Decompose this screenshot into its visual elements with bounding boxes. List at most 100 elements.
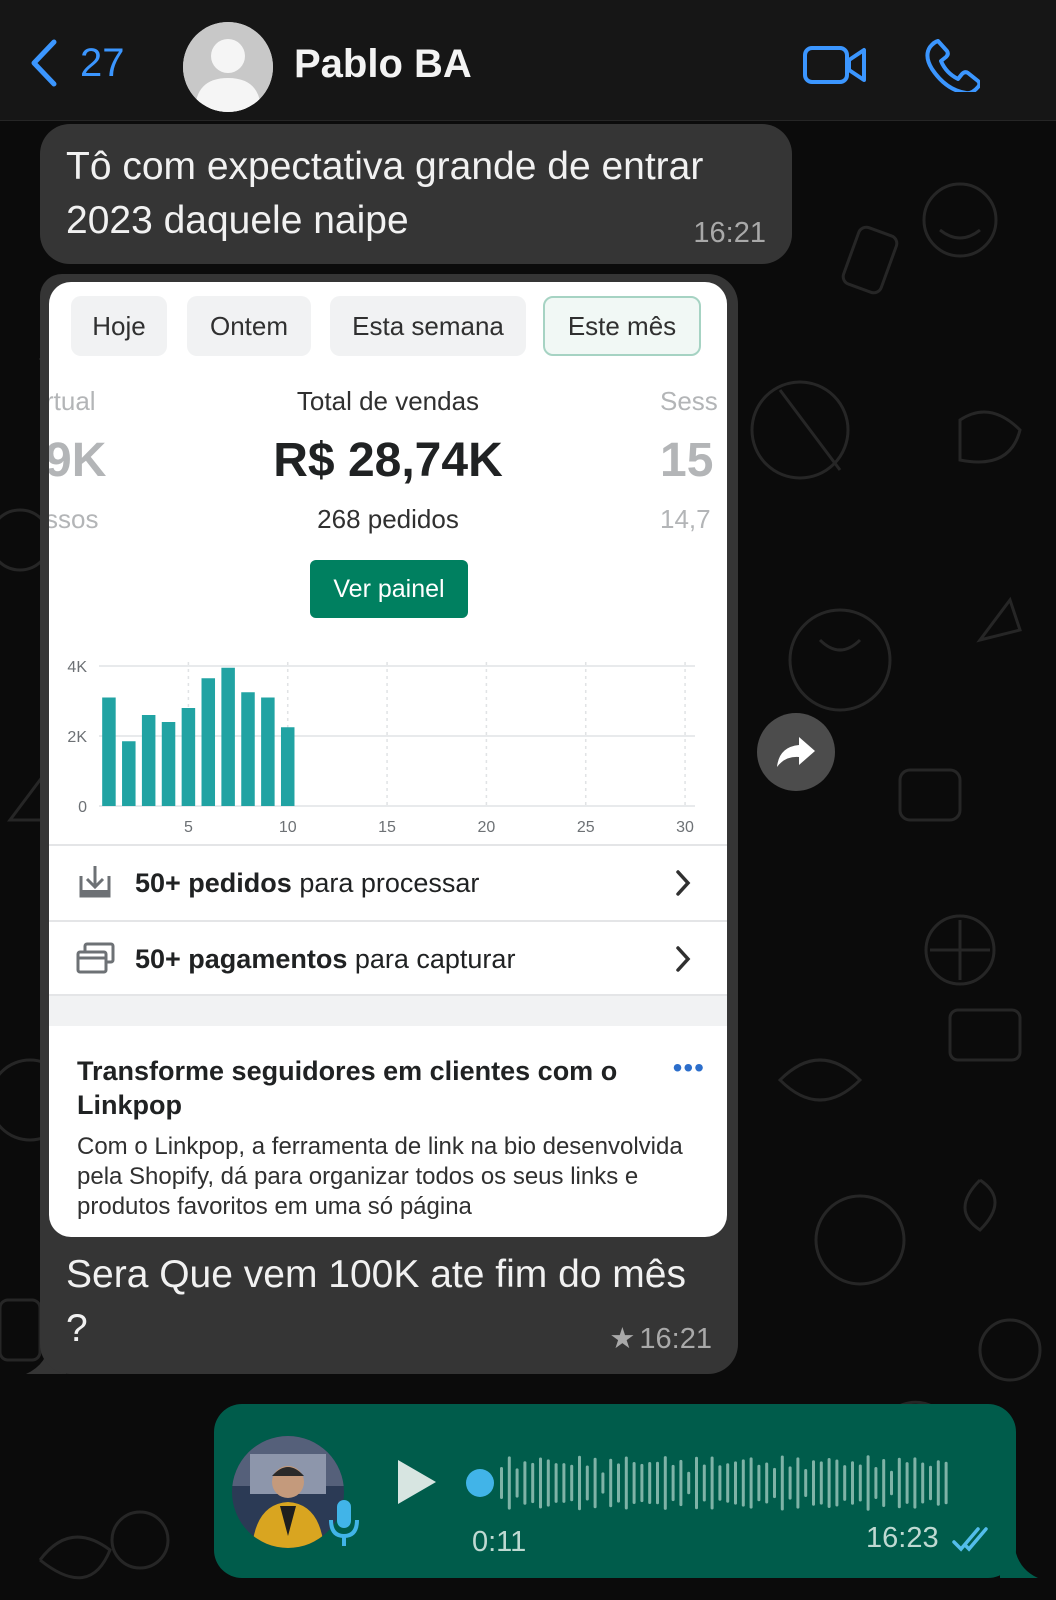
- total-sales-value: R$ 28,74K: [273, 434, 503, 487]
- waveform-bar: [866, 1455, 870, 1511]
- waveform-bar: [726, 1463, 730, 1503]
- chart-bar: [241, 692, 255, 806]
- download-box-icon: [79, 866, 111, 898]
- chevron-right-icon: [676, 870, 691, 896]
- star-icon: ★: [609, 1323, 636, 1355]
- waveform-bar: [812, 1460, 815, 1506]
- waveform-bar: [804, 1469, 808, 1497]
- waveform-bar: [539, 1457, 542, 1509]
- message-time: ★ 16:21: [609, 1323, 712, 1355]
- chat-header: 27 Pablo BA: [0, 0, 1056, 121]
- tab-esta-semana[interactable]: Esta semana: [330, 296, 526, 356]
- contact-avatar[interactable]: [183, 22, 273, 112]
- waveform-bar: [843, 1465, 847, 1501]
- waveform-bar: [593, 1457, 597, 1509]
- waveform-bar: [882, 1458, 886, 1508]
- waveform-bar: [773, 1467, 776, 1499]
- waveform-bar: [671, 1464, 675, 1502]
- voice-duration: 0:11: [472, 1526, 527, 1558]
- waveform-bar: [656, 1461, 659, 1505]
- x-tick-label: 5: [184, 819, 193, 836]
- profile-placeholder-icon: [183, 22, 273, 112]
- orders-to-process-row[interactable]: 50+ pedidos para processar: [49, 844, 727, 920]
- unread-count: 27: [80, 41, 125, 85]
- play-icon[interactable]: [390, 1456, 442, 1508]
- microphone-icon: [329, 1500, 359, 1546]
- chart-bar: [141, 715, 156, 806]
- waveform-bar: [757, 1464, 761, 1502]
- video-camera-icon[interactable]: [802, 40, 868, 90]
- waveform-bar: [601, 1472, 605, 1494]
- waveform-bar: [780, 1455, 784, 1511]
- waveform-bar: [554, 1463, 558, 1503]
- phone-icon[interactable]: [924, 36, 980, 92]
- playback-scrubber[interactable]: [466, 1469, 494, 1497]
- waveform-bar: [609, 1458, 613, 1508]
- waveform-bar: [531, 1462, 535, 1504]
- waveform-bar: [648, 1461, 652, 1505]
- forward-button[interactable]: [757, 713, 835, 791]
- waveform-bar: [819, 1461, 823, 1505]
- tab-hoje[interactable]: Hoje: [71, 296, 167, 356]
- waveform-bar: [578, 1455, 581, 1511]
- contact-name[interactable]: Pablo BA: [294, 42, 472, 87]
- waveform-bar: [702, 1464, 706, 1502]
- x-tick-label: 25: [577, 819, 595, 836]
- chart-bar: [261, 697, 275, 806]
- chart-bar: [280, 727, 295, 806]
- audio-waveform[interactable]: [466, 1448, 966, 1518]
- waveform-bar: [523, 1461, 527, 1505]
- waveform-bar: [936, 1460, 940, 1506]
- back-button[interactable]: 27: [28, 38, 125, 88]
- y-tick-label: 0: [78, 799, 87, 816]
- waveform-bar: [749, 1457, 753, 1509]
- waveform-bar: [617, 1463, 620, 1503]
- waveform-bar: [710, 1456, 714, 1510]
- section-divider: [49, 994, 727, 1026]
- chart-bar: [161, 722, 176, 806]
- y-tick-label: 2K: [67, 729, 87, 746]
- waveform-bar: [687, 1471, 691, 1495]
- chart-canvas: 0 2K 4K 5 10 15 20 25 30: [67, 659, 695, 836]
- more-options-icon[interactable]: •••: [673, 1052, 705, 1084]
- waveform-bar: [507, 1456, 511, 1510]
- orders-to-process-text: 50+ pedidos para processar: [135, 867, 480, 898]
- waveform-bar: [679, 1459, 683, 1507]
- shared-screenshot[interactable]: Hoje Ontem Esta semana Este mês rtual 9K…: [49, 282, 727, 1237]
- waveform-bar: [827, 1457, 831, 1509]
- x-tick-label: 30: [676, 819, 694, 836]
- message-time: 16:23: [866, 1522, 939, 1554]
- message-text: Tô com expectativa grande de entrar 2023…: [66, 145, 704, 242]
- waveform-bar: [741, 1459, 745, 1507]
- waveform-bar: [858, 1464, 862, 1502]
- view-dashboard-button[interactable]: Ver painel: [310, 560, 468, 618]
- waveform-bar: [929, 1465, 932, 1501]
- tab-este-mes[interactable]: Este mês: [543, 296, 701, 356]
- waveform-bar: [663, 1456, 667, 1510]
- waveform-bar: [500, 1467, 503, 1499]
- x-tick-label: 20: [478, 819, 496, 836]
- chart-bar: [102, 697, 116, 806]
- total-sales-label: Total de vendas: [296, 386, 480, 416]
- waveform-bar: [913, 1457, 917, 1509]
- sales-bar-chart: 0 2K 4K 5 10 15 20 25 30: [49, 636, 727, 842]
- stat-right-partial: Sess 15 14,7: [660, 386, 718, 534]
- waveform-bar: [835, 1459, 839, 1507]
- promo-title: Transforme seguidores em clientes com o …: [77, 1056, 618, 1120]
- voice-message-bubble[interactable]: 0:11 16:23: [214, 1404, 1016, 1578]
- waveform-bar: [718, 1465, 722, 1501]
- payments-to-capture-row[interactable]: 50+ pagamentos para capturar: [49, 920, 727, 996]
- orders-count: 268 pedidos: [317, 504, 459, 534]
- message-bubble-incoming[interactable]: Tô com expectativa grande de entrar 2023…: [40, 124, 792, 264]
- read-receipt-icon: [952, 1527, 988, 1552]
- date-range-tabs: Hoje Ontem Esta semana Este mês: [49, 296, 727, 356]
- y-tick-label: 4K: [67, 659, 87, 676]
- tab-ontem[interactable]: Ontem: [187, 296, 311, 356]
- chart-bar: [122, 741, 136, 806]
- waveform-bar: [851, 1461, 854, 1505]
- image-message-bubble[interactable]: Hoje Ontem Esta semana Este mês rtual 9K…: [40, 274, 738, 1374]
- waveform-bar: [905, 1462, 909, 1504]
- payments-to-capture-text: 50+ pagamentos para capturar: [135, 943, 516, 974]
- waveform-bar: [788, 1466, 792, 1500]
- waveform-bar: [585, 1465, 589, 1501]
